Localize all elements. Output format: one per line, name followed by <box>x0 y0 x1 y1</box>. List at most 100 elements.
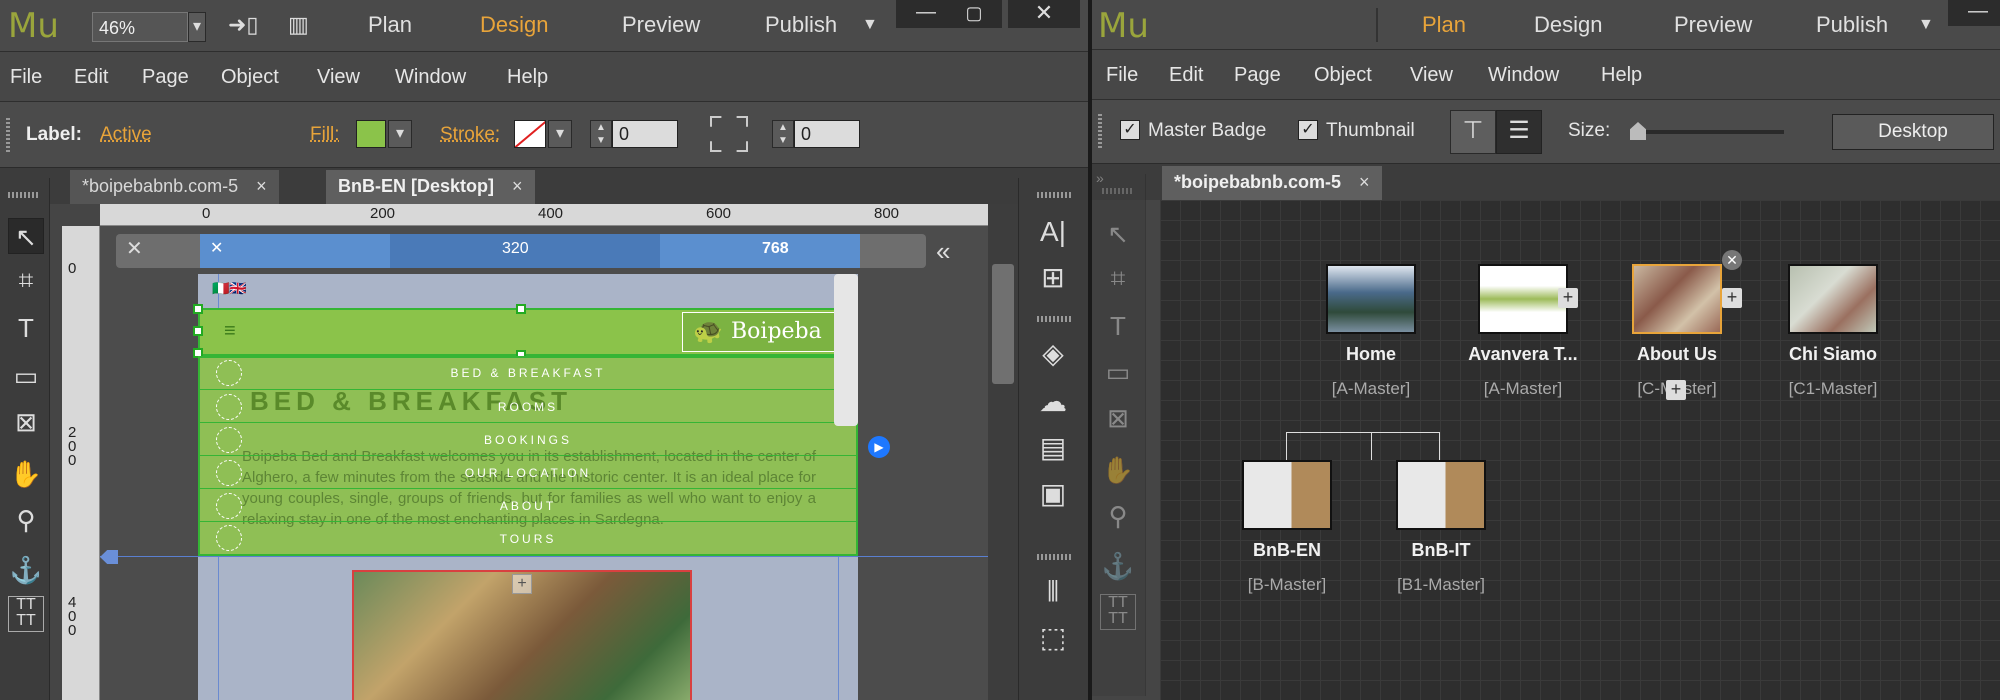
add-element-icon[interactable]: + <box>512 574 532 594</box>
tab-close-icon[interactable]: × <box>1359 172 1370 192</box>
dock-gripper[interactable] <box>1037 192 1071 198</box>
stroke-label[interactable]: Stroke: <box>440 124 500 146</box>
cc-libraries-icon[interactable]: ☁ <box>1033 382 1073 422</box>
collapse-breakpoints-icon[interactable]: « <box>936 236 950 267</box>
breakpoint-remove-icon[interactable]: ✕ <box>210 238 223 258</box>
corner-stepper[interactable]: ▲ ▼ <box>772 120 794 148</box>
page-properties-icon[interactable]: ▥ <box>288 12 309 38</box>
transform-panel-icon[interactable]: ⬚ <box>1033 618 1073 658</box>
widgets-panel-icon[interactable]: ⊞ <box>1033 258 1073 298</box>
page-thumbnail[interactable] <box>1632 264 1722 334</box>
nav-preview[interactable]: Preview <box>1674 12 1752 38</box>
page-card-avanvera[interactable]: Avanvera T... [A-Master] <box>1438 264 1608 399</box>
page-thumbnail[interactable] <box>1326 264 1416 334</box>
add-page-left-icon[interactable]: + <box>1558 288 1578 308</box>
menu-edit[interactable]: Edit <box>1169 64 1203 87</box>
library-panel-icon[interactable]: ▤ <box>1033 428 1073 468</box>
breakpoint-close-icon[interactable]: ✕ <box>126 236 143 261</box>
list-view-icon[interactable]: ☰ <box>1496 110 1542 154</box>
menu-item[interactable]: ABOUT <box>200 489 856 522</box>
align-panel-icon[interactable]: ⫴ <box>1033 572 1073 612</box>
menu-item[interactable]: BED & BREAKFAST <box>200 356 856 390</box>
dock-gripper[interactable] <box>1037 316 1071 322</box>
add-child-page-icon[interactable]: + <box>1666 380 1686 400</box>
panel-gripper[interactable] <box>1098 114 1102 148</box>
menu-view[interactable]: View <box>1410 64 1453 87</box>
scrollbar-thumb[interactable] <box>992 264 1014 384</box>
master-badge-checkbox[interactable]: ✓ <box>1120 120 1140 140</box>
page-resize-handle[interactable] <box>834 274 858 426</box>
publish-dropdown-icon[interactable]: ▼ <box>1918 16 1934 34</box>
resize-handle[interactable] <box>516 304 526 314</box>
menu-help[interactable]: Help <box>507 66 548 89</box>
nav-design[interactable]: Design <box>480 12 548 38</box>
page-card-bnb-en[interactable]: BnB-EN [B-Master] <box>1202 460 1372 595</box>
resize-handle[interactable] <box>193 326 203 336</box>
page-thumbnail[interactable] <box>1788 264 1878 334</box>
tab-bnb-en-desktop[interactable]: BnB-EN [Desktop] × <box>326 170 535 204</box>
fill-dropdown-icon[interactable]: ▾ <box>388 120 412 148</box>
corner-radius-icon[interactable] <box>710 116 748 152</box>
layers-panel-icon[interactable]: ◈ <box>1033 334 1073 374</box>
page-thumbnail[interactable] <box>1396 460 1486 530</box>
language-flags[interactable]: 🇮🇹🇬🇧 <box>212 280 247 297</box>
rectangle-tool-icon[interactable]: ▭ <box>8 358 44 394</box>
tab-boipebabnb[interactable]: *boipebabnb.com-5 × <box>1162 166 1382 200</box>
page-thumbnail[interactable] <box>1242 460 1332 530</box>
text-frame-icon[interactable]: TT TT <box>8 596 44 632</box>
menu-window[interactable]: Window <box>395 66 466 89</box>
menu-page[interactable]: Page <box>142 66 189 89</box>
toolbox-gripper[interactable] <box>8 192 40 198</box>
menu-page[interactable]: Page <box>1234 64 1281 87</box>
menu-item[interactable]: OUR LOCATION <box>200 456 856 489</box>
crop-tool-icon[interactable]: ⌗ <box>8 262 44 298</box>
menu-file[interactable]: File <box>1106 64 1138 87</box>
stroke-width-field[interactable]: 0 <box>612 120 678 148</box>
image-frame-tool-icon[interactable]: ⊠ <box>8 404 44 440</box>
text-panel-icon[interactable]: A| <box>1033 212 1073 252</box>
menu-help[interactable]: Help <box>1601 64 1642 87</box>
tab-boipebabnb[interactable]: *boipebabnb.com-5 × <box>70 170 279 204</box>
page-card-bnb-it[interactable]: BnB-IT [B1-Master] <box>1356 460 1526 595</box>
corner-radius-field[interactable]: 0 <box>794 120 860 148</box>
nav-design[interactable]: Design <box>1534 12 1602 38</box>
publish-dropdown-icon[interactable]: ▼ <box>862 16 878 34</box>
fill-label[interactable]: Fill: <box>310 124 340 146</box>
menu-item[interactable]: TOURS <box>200 522 856 554</box>
device-dropdown[interactable]: Desktop <box>1832 114 1994 150</box>
tab-close-icon[interactable]: × <box>512 176 523 196</box>
label-state-value[interactable]: Active <box>100 124 152 146</box>
tab-close-icon[interactable]: × <box>256 176 267 196</box>
zoom-dropdown-icon[interactable]: ▾ <box>188 12 206 42</box>
page-card-home[interactable]: Home [A-Master] <box>1286 264 1456 399</box>
nav-publish[interactable]: Publish <box>765 12 837 38</box>
menu-object[interactable]: Object <box>221 66 279 89</box>
panel-gripper[interactable] <box>6 118 10 152</box>
zoom-field[interactable]: 46% <box>92 12 188 42</box>
menu-window[interactable]: Window <box>1488 64 1559 87</box>
menu-edit[interactable]: Edit <box>74 66 108 89</box>
zoom-tool-icon[interactable]: ⚲ <box>8 502 44 538</box>
fill-swatch[interactable] <box>356 120 386 148</box>
page-thumbnail[interactable] <box>1478 264 1568 334</box>
resize-handle[interactable] <box>193 304 203 314</box>
play-state-icon[interactable]: ▶ <box>868 436 890 458</box>
text-tool-icon[interactable]: T <box>8 310 44 346</box>
guide-line[interactable] <box>100 556 988 557</box>
menu-file[interactable]: File <box>10 66 42 89</box>
minimize-button[interactable]: — <box>1948 0 2000 26</box>
stroke-stepper[interactable]: ▲ ▼ <box>590 120 612 148</box>
hand-tool-icon[interactable]: ✋ <box>8 456 44 492</box>
nav-preview[interactable]: Preview <box>622 12 700 38</box>
stroke-swatch[interactable] <box>514 120 546 148</box>
nav-plan[interactable]: Plan <box>368 12 412 38</box>
breakpoint-right-value[interactable]: 768 <box>762 240 789 258</box>
close-window-button[interactable]: ✕ <box>1008 0 1080 28</box>
size-slider[interactable] <box>1632 130 1784 134</box>
nav-plan[interactable]: Plan <box>1422 12 1466 38</box>
menu-item[interactable]: BOOKINGS <box>200 423 856 456</box>
export-page-icon[interactable]: ➜▯ <box>228 12 259 38</box>
menu-object[interactable]: Object <box>1314 64 1372 87</box>
add-page-right-icon[interactable]: + <box>1722 288 1742 308</box>
vertical-scrollbar[interactable] <box>988 204 1018 700</box>
